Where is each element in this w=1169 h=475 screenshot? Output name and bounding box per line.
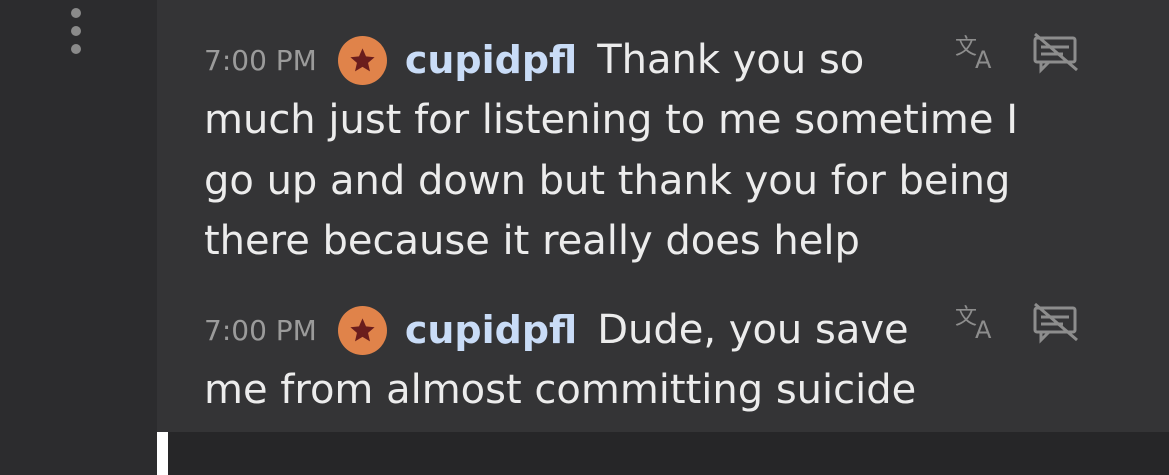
hide-message-icon[interactable] xyxy=(1031,300,1079,344)
chat-message: 7:00 PM cupidpfl Thank you so much just … xyxy=(204,30,1124,272)
vertical-ellipsis-icon[interactable] xyxy=(68,8,84,58)
svg-text:文: 文 xyxy=(955,305,977,330)
message-timestamp: 7:00 PM xyxy=(204,43,317,77)
left-rail xyxy=(0,0,157,475)
svg-text:文: 文 xyxy=(955,35,977,60)
message-text-line: there because it really does help xyxy=(204,218,860,264)
message-actions: 文 A xyxy=(953,30,1079,74)
star-badge-icon xyxy=(337,305,387,355)
translate-icon[interactable]: 文 A xyxy=(953,30,1001,74)
chat-panel: 7:00 PM cupidpfl Thank you so much just … xyxy=(157,0,1169,432)
message-timestamp: 7:00 PM xyxy=(204,313,317,347)
text-cursor xyxy=(157,432,168,475)
translate-icon[interactable]: 文 A xyxy=(953,300,1001,344)
message-actions: 文 A xyxy=(953,300,1079,344)
message-text: Dude, you save xyxy=(597,307,909,353)
username[interactable]: cupidpfl xyxy=(405,308,577,352)
username[interactable]: cupidpfl xyxy=(405,38,577,82)
svg-text:A: A xyxy=(975,316,992,344)
hide-message-icon[interactable] xyxy=(1031,30,1079,74)
svg-text:A: A xyxy=(975,46,992,74)
message-text-line: much just for listening to me sometime I xyxy=(204,97,1019,143)
chat-message: 7:00 PM cupidpfl Dude, you save me from … xyxy=(204,300,1124,421)
star-badge-icon xyxy=(337,35,387,85)
message-text: Thank you so xyxy=(597,37,865,83)
message-text-line: go up and down but thank you for being xyxy=(204,157,1011,204)
composer-area[interactable] xyxy=(157,432,1169,475)
message-text-line: me from almost committing suicide xyxy=(204,367,917,413)
